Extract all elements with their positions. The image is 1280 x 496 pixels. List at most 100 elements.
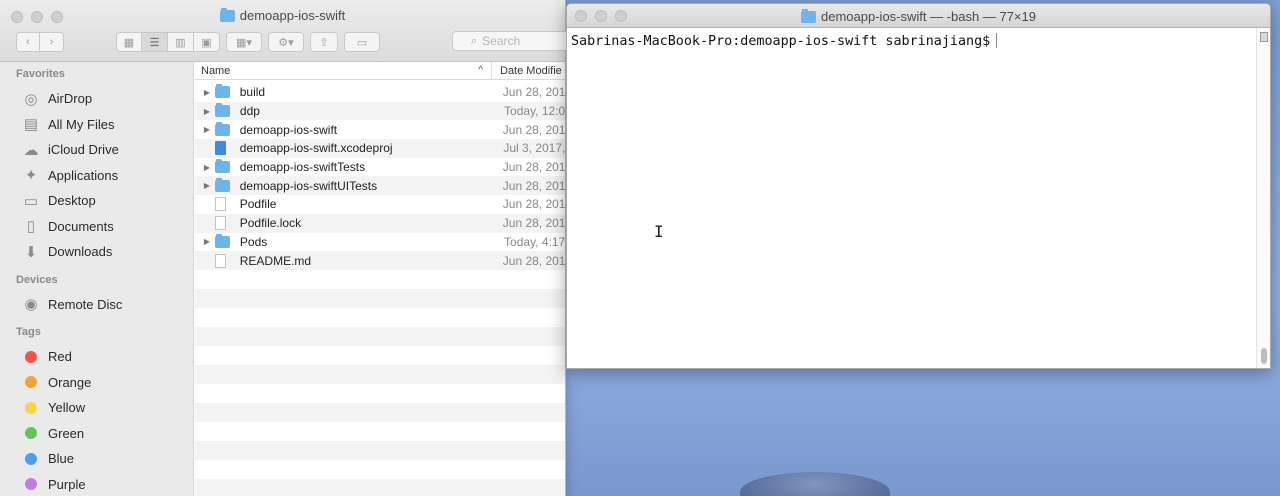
tags-list: Red Orange Yellow Green Blue Purple bbox=[0, 344, 193, 496]
document-shape bbox=[214, 197, 226, 212]
file-date: Today, 12:0 bbox=[504, 104, 565, 119]
tag-icon: ▭ bbox=[356, 36, 368, 49]
folder-shape bbox=[214, 177, 230, 192]
tag-red[interactable]: Red bbox=[0, 344, 193, 370]
tag-yellow[interactable]: Yellow bbox=[0, 395, 193, 421]
file-row[interactable]: ▶ demoapp-ios-swiftUITests Jun 28, 201 bbox=[195, 176, 565, 196]
sidebar-item-label: Desktop bbox=[48, 193, 96, 209]
desktop-icon: ▭ bbox=[23, 192, 39, 210]
disclosure-triangle-icon[interactable]: ▶ bbox=[195, 237, 215, 246]
list-view-button[interactable]: ☰ bbox=[142, 32, 168, 52]
search-icon: ⌕ bbox=[471, 34, 478, 47]
sort-ascending-icon: ^ bbox=[478, 65, 483, 76]
file-date: Jun 28, 201 bbox=[502, 122, 565, 137]
text-cursor bbox=[996, 33, 998, 48]
sidebar-item-desktop[interactable]: ▭ Desktop bbox=[0, 188, 193, 214]
forward-button[interactable]: › bbox=[40, 32, 64, 52]
sidebar-item-all-my-files[interactable]: ▤ All My Files bbox=[0, 112, 193, 138]
arrange-button[interactable]: ▦▾ bbox=[226, 32, 262, 52]
folder-shape bbox=[214, 121, 230, 136]
finder-title-text: demoapp-ios-swift bbox=[239, 8, 346, 23]
view-mode-buttons: ▦ ☰ ▥ ▣ bbox=[116, 32, 220, 52]
file-list: Name ^ Date Modifie ▶ build Jun 28, 201 ▶ dd… bbox=[195, 62, 565, 496]
sidebar-item-airdrop[interactable]: ◎ AirDrop bbox=[0, 86, 193, 112]
disclosure-triangle-icon[interactable]: ▶ bbox=[195, 88, 215, 97]
chevron-left-icon: ‹ bbox=[26, 36, 30, 48]
cover-flow-button[interactable]: ▣ bbox=[194, 32, 220, 52]
search-input[interactable]: ⌕ Search bbox=[452, 31, 576, 51]
tag-orange[interactable]: Orange bbox=[0, 370, 193, 396]
file-name: README.md bbox=[239, 253, 312, 268]
sidebar-item-documents[interactable]: ▯ Documents bbox=[0, 214, 193, 240]
file-row[interactable]: ▶ ddp Today, 12:0 bbox=[195, 101, 565, 121]
file-name: Podfile bbox=[239, 197, 277, 212]
tag-color-dot-icon bbox=[25, 376, 37, 389]
tag-color-dot-icon bbox=[25, 350, 37, 363]
file-name: Pods bbox=[239, 234, 268, 249]
folder-icon bbox=[801, 8, 817, 23]
column-view-button[interactable]: ▥ bbox=[168, 32, 194, 52]
disc-icon: ◉ bbox=[24, 296, 38, 314]
scrollbar-thumb[interactable] bbox=[1261, 348, 1267, 364]
disclosure-triangle-icon[interactable]: ▶ bbox=[195, 125, 215, 134]
folder-icon bbox=[214, 84, 233, 99]
file-row[interactable]: demoapp-ios-swift.xcodeproj Jul 3, 2017, bbox=[195, 139, 565, 158]
action-button[interactable]: ⚙▾ bbox=[268, 32, 304, 52]
tag-color-dot-icon bbox=[25, 427, 37, 440]
tag-green[interactable]: Green bbox=[0, 421, 193, 447]
disclosure-triangle-icon[interactable]: ▶ bbox=[195, 181, 215, 190]
file-row[interactable]: ▶ demoapp-ios-swift Jun 28, 201 bbox=[195, 120, 565, 139]
file-date: Jul 3, 2017, bbox=[503, 141, 565, 156]
ibeam-pointer-icon: I bbox=[654, 222, 664, 241]
folder-shape bbox=[214, 103, 230, 118]
chevron-right-icon: › bbox=[49, 36, 54, 48]
sidebar-item-applications[interactable]: ✦ Applications bbox=[0, 163, 193, 189]
terminal-console[interactable]: Sabrinas-MacBook-Pro:demoapp-ios-swift s… bbox=[567, 28, 1256, 368]
project-shape bbox=[214, 141, 226, 156]
file-rows: ▶ build Jun 28, 201 ▶ ddp Today, 12:0 ▶ demoapp… bbox=[195, 80, 565, 270]
tags-button[interactable]: ▭ bbox=[344, 32, 380, 52]
file-row[interactable]: ▶ build Jun 28, 201 bbox=[195, 83, 565, 102]
sidebar-item-downloads[interactable]: ⬇ Downloads bbox=[0, 239, 193, 265]
folder-icon bbox=[214, 177, 233, 193]
disclosure-triangle-icon[interactable]: ▶ bbox=[195, 163, 215, 172]
tag-blue[interactable]: Blue bbox=[0, 446, 193, 472]
file-row[interactable]: ▶ Pods Today, 4:17 bbox=[195, 233, 565, 252]
date-column-header[interactable]: Date Modifie bbox=[492, 62, 562, 79]
disclosure-triangle-icon[interactable]: ▶ bbox=[195, 107, 215, 116]
cover-flow-icon: ▣ bbox=[201, 36, 212, 49]
folder-shape bbox=[214, 84, 230, 99]
back-button[interactable]: ‹ bbox=[16, 32, 40, 52]
date-column-label: Date Modifie bbox=[500, 65, 562, 77]
file-row[interactable]: Podfile Jun 28, 201 bbox=[195, 195, 565, 214]
finder-toolbar: ‹ › ▦ ☰ ▥ ▣ ▦▾ ⚙▾ ⇧ ▭ ⌕ Search bbox=[16, 31, 576, 53]
file-date: Today, 4:17 bbox=[504, 234, 565, 249]
sidebar-item-icloud-drive[interactable]: ☁ iCloud Drive bbox=[0, 137, 193, 163]
folder-icon bbox=[214, 233, 233, 249]
sidebar-item-remote-disc[interactable]: ◉ Remote Disc bbox=[0, 292, 193, 318]
file-row[interactable]: Podfile.lock Jun 28, 201 bbox=[195, 213, 565, 233]
file-list-header: Name ^ Date Modifie bbox=[195, 62, 565, 80]
finder-title: demoapp-ios-swift bbox=[0, 7, 565, 23]
tag-purple[interactable]: Purple bbox=[0, 472, 193, 496]
file-date: Jun 28, 201 bbox=[502, 160, 565, 175]
tag-label: Orange bbox=[48, 374, 92, 390]
name-column-label: Name bbox=[201, 65, 231, 77]
file-name: ddp bbox=[239, 104, 260, 119]
downloads-icon: ⬇ bbox=[24, 243, 38, 261]
file-row[interactable]: ▶ demoapp-ios-swiftTests Jun 28, 201 bbox=[195, 158, 565, 177]
share-button[interactable]: ⇧ bbox=[310, 32, 338, 52]
terminal-titlebar: demoapp-ios-swift — -bash — 77×19 bbox=[567, 4, 1270, 28]
document-icon bbox=[214, 253, 233, 268]
icon-view-button[interactable]: ▦ bbox=[116, 32, 142, 52]
file-name: demoapp-ios-swiftTests bbox=[239, 160, 366, 175]
share-icon: ⇧ bbox=[319, 36, 329, 49]
devices-list: ◉ Remote Disc bbox=[0, 292, 193, 318]
tag-label: Blue bbox=[48, 451, 75, 467]
sidebar-item-label: All My Files bbox=[48, 116, 115, 132]
file-row[interactable]: README.md Jun 28, 201 bbox=[195, 251, 565, 270]
favorites-list: ◎ AirDrop ▤ All My Files ☁ iCloud Drive ✦ Appli… bbox=[0, 86, 193, 265]
terminal-scrollbar[interactable] bbox=[1256, 28, 1270, 368]
document-icon bbox=[214, 216, 233, 231]
name-column-header[interactable]: Name ^ bbox=[195, 62, 492, 79]
